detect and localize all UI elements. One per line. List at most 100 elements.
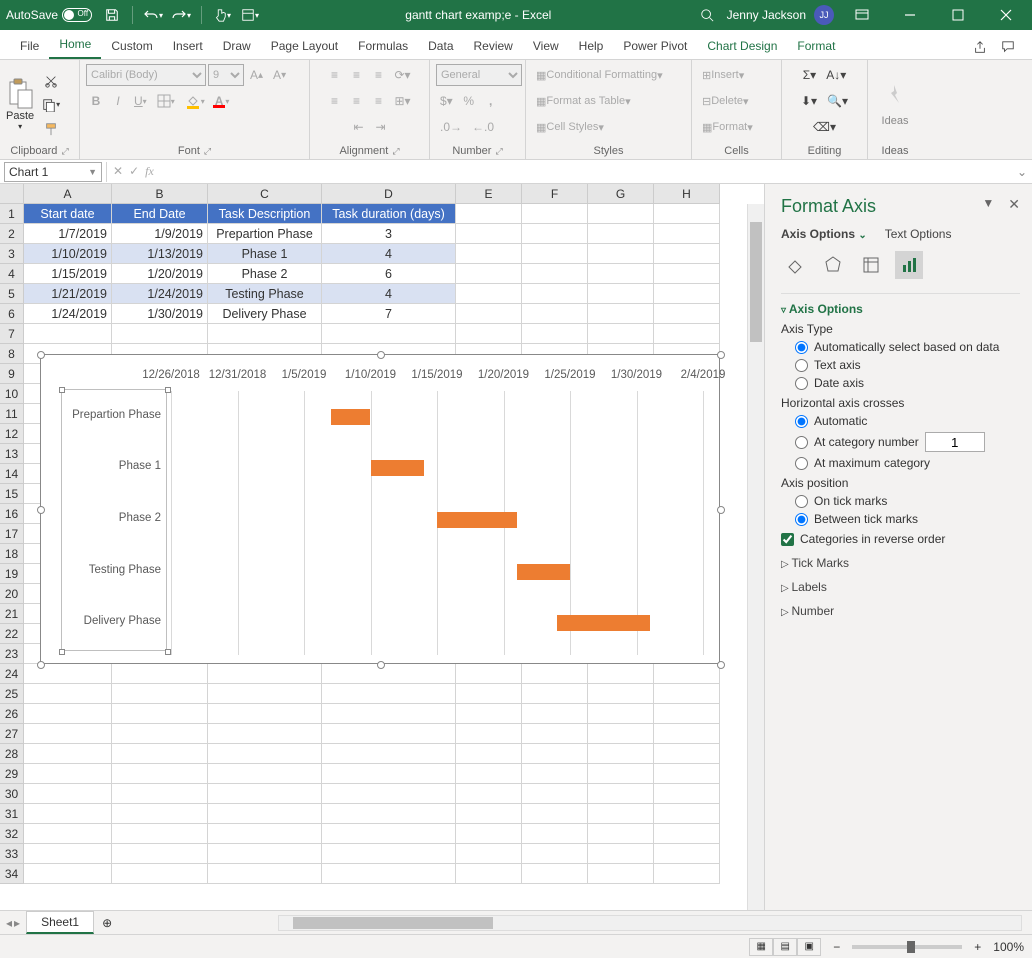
tab-page-layout[interactable]: Page Layout	[261, 33, 348, 59]
font-launcher[interactable]: ⤢	[204, 146, 211, 157]
row-header[interactable]: 30	[0, 784, 24, 804]
row-header[interactable]: 14	[0, 464, 24, 484]
page-break-view-button[interactable]: ▣	[797, 938, 821, 956]
axis-selection-box[interactable]	[61, 389, 167, 651]
column-header[interactable]: G	[588, 184, 654, 204]
cell[interactable]	[456, 224, 522, 244]
cell[interactable]	[588, 724, 654, 744]
tab-power-pivot[interactable]: Power Pivot	[613, 33, 697, 59]
row-header[interactable]: 13	[0, 444, 24, 464]
cell[interactable]	[112, 724, 208, 744]
cell[interactable]	[588, 264, 654, 284]
cell[interactable]	[654, 204, 720, 224]
row-header[interactable]: 5	[0, 284, 24, 304]
undo-button[interactable]: ▾	[141, 3, 165, 27]
align-left-button[interactable]: ≡	[324, 90, 344, 112]
labels-section[interactable]: Labels	[781, 580, 1020, 594]
cell[interactable]	[522, 304, 588, 324]
cell[interactable]	[654, 304, 720, 324]
pane-close-button[interactable]: ✕	[1008, 196, 1020, 213]
cancel-formula-button[interactable]: ✕	[113, 164, 123, 179]
row-header[interactable]: 2	[0, 224, 24, 244]
cell[interactable]: 1/24/2019	[112, 284, 208, 304]
axis-options-section[interactable]: Axis Options	[781, 302, 1020, 316]
cell[interactable]	[588, 804, 654, 824]
row-header[interactable]: 21	[0, 604, 24, 624]
row-header[interactable]: 18	[0, 544, 24, 564]
cell[interactable]: 1/9/2019	[112, 224, 208, 244]
cell[interactable]	[654, 864, 720, 884]
row-header[interactable]: 1	[0, 204, 24, 224]
cell[interactable]: 1/24/2019	[24, 304, 112, 324]
name-box[interactable]: Chart 1▼	[4, 162, 102, 182]
save-icon[interactable]	[100, 3, 124, 27]
cell[interactable]	[522, 824, 588, 844]
cell[interactable]	[24, 864, 112, 884]
row-header[interactable]: 26	[0, 704, 24, 724]
cell[interactable]	[588, 744, 654, 764]
cell[interactable]: 1/7/2019	[24, 224, 112, 244]
format-painter-button[interactable]	[38, 118, 64, 140]
autosum-button[interactable]: Σ▾	[799, 64, 820, 86]
row-header[interactable]: 16	[0, 504, 24, 524]
minimize-button[interactable]	[890, 3, 930, 27]
increase-decimal-button[interactable]: .0→	[436, 116, 466, 138]
cell[interactable]	[208, 684, 322, 704]
radio-on-tick[interactable]: On tick marks	[795, 494, 1020, 508]
wrap-merge-button[interactable]: ⊞▾	[390, 90, 414, 112]
close-button[interactable]	[986, 3, 1026, 27]
cell[interactable]	[522, 244, 588, 264]
percent-button[interactable]: %	[459, 90, 479, 112]
share-button[interactable]	[966, 35, 994, 59]
cell[interactable]	[588, 224, 654, 244]
cell[interactable]	[588, 684, 654, 704]
cell[interactable]	[456, 704, 522, 724]
cell[interactable]	[322, 824, 456, 844]
cell[interactable]	[456, 324, 522, 344]
cell[interactable]	[112, 784, 208, 804]
cell[interactable]	[522, 264, 588, 284]
cell[interactable]	[208, 844, 322, 864]
qat-customize-button[interactable]: ▾	[238, 3, 262, 27]
resize-handle[interactable]	[377, 661, 385, 669]
resize-handle[interactable]	[37, 661, 45, 669]
align-top-button[interactable]: ≡	[324, 64, 344, 86]
horizontal-scrollbar[interactable]	[278, 915, 1022, 931]
cell[interactable]	[456, 684, 522, 704]
cell[interactable]	[456, 284, 522, 304]
cell[interactable]	[456, 244, 522, 264]
normal-view-button[interactable]: ▦	[749, 938, 773, 956]
cell[interactable]	[654, 804, 720, 824]
cell[interactable]	[588, 864, 654, 884]
number-section[interactable]: Number	[781, 604, 1020, 618]
zoom-level[interactable]: 100%	[993, 940, 1024, 954]
cell[interactable]: 1/30/2019	[112, 304, 208, 324]
cell[interactable]: 6	[322, 264, 456, 284]
cell[interactable]	[24, 824, 112, 844]
decrease-indent-button[interactable]: ⇤	[349, 116, 369, 138]
row-header[interactable]: 11	[0, 404, 24, 424]
alignment-launcher[interactable]: ⤢	[392, 146, 399, 157]
cell[interactable]	[588, 824, 654, 844]
row-header[interactable]: 8	[0, 344, 24, 364]
tab-format[interactable]: Format	[787, 33, 845, 59]
resize-handle[interactable]	[717, 506, 725, 514]
cell[interactable]	[322, 664, 456, 684]
cell[interactable]	[522, 684, 588, 704]
radio-between-tick[interactable]: Between tick marks	[795, 512, 1020, 526]
tab-formulas[interactable]: Formulas	[348, 33, 418, 59]
cell[interactable]	[322, 324, 456, 344]
cell[interactable]	[208, 764, 322, 784]
row-header[interactable]: 34	[0, 864, 24, 884]
text-options-tab[interactable]: Text Options	[885, 227, 952, 241]
cell[interactable]	[522, 744, 588, 764]
row-header[interactable]: 27	[0, 724, 24, 744]
autosave-toggle[interactable]: AutoSave Off	[6, 8, 92, 22]
check-reverse-order[interactable]: Categories in reverse order	[781, 532, 1020, 546]
comma-button[interactable]: ,	[481, 90, 501, 112]
row-header[interactable]: 9	[0, 364, 24, 384]
number-launcher[interactable]: ⤢	[495, 146, 502, 157]
row-header[interactable]: 33	[0, 844, 24, 864]
ribbon-display-button[interactable]	[842, 3, 882, 27]
clipboard-launcher[interactable]: ⤢	[61, 146, 68, 157]
